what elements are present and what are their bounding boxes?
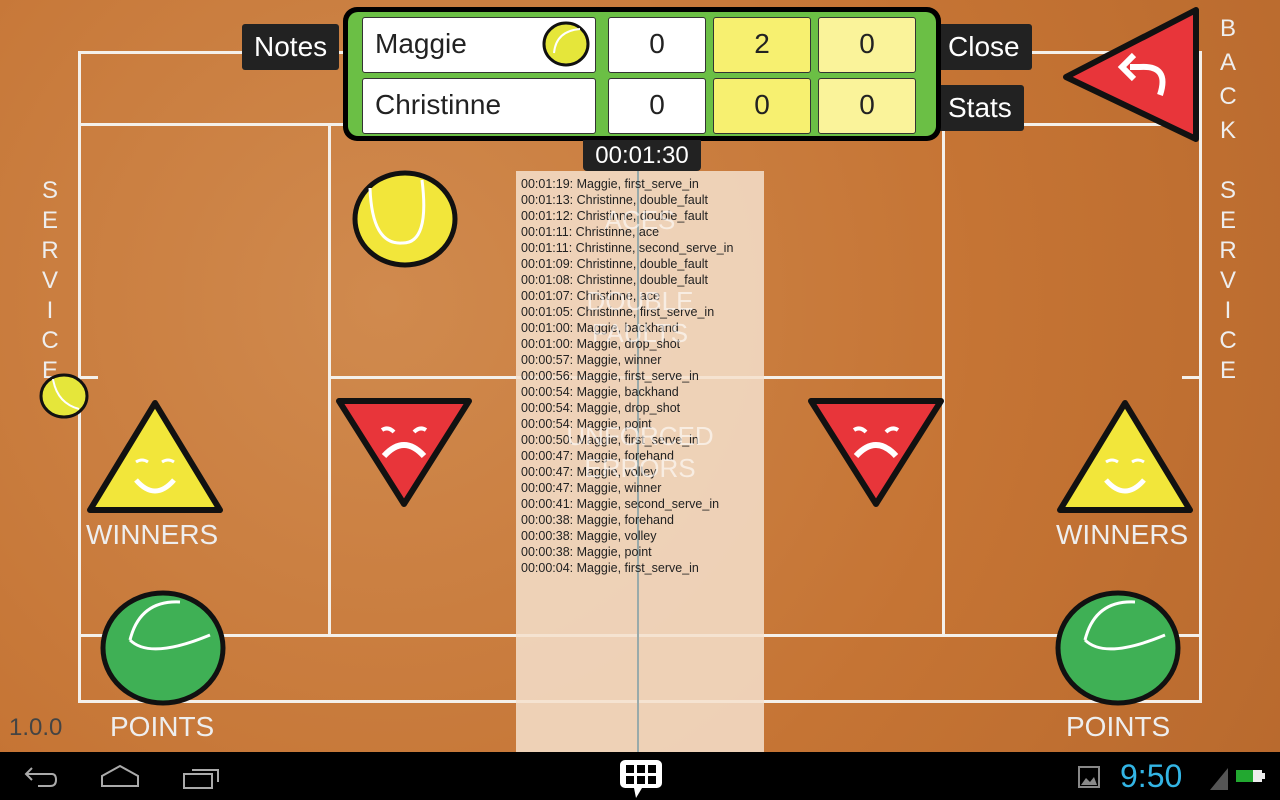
back-nav-icon[interactable] — [22, 766, 58, 788]
home-nav-icon[interactable] — [100, 764, 140, 788]
log-entry: 00:00:38: Maggie, forehand — [521, 513, 674, 527]
serving-ball-icon — [542, 21, 590, 67]
p2-points: 0 — [818, 78, 916, 134]
service-label-right: SERVICE — [1218, 176, 1238, 386]
error-button-right[interactable] — [806, 396, 946, 510]
point-button-right[interactable] — [1055, 590, 1181, 706]
point-button-left[interactable] — [100, 590, 226, 706]
ace-ball-button[interactable] — [352, 170, 458, 268]
log-entry: 00:00:54: Maggie, drop_shot — [521, 401, 681, 415]
log-entry: 00:01:00: Maggie, drop_shot — [521, 337, 681, 351]
p2-games: 0 — [713, 78, 811, 134]
no-signal-icon — [1210, 768, 1228, 790]
points-label-left: POINTS — [110, 711, 215, 742]
vertical-letter: V — [1219, 267, 1236, 294]
log-entry: 00:01:00: Maggie, backhand — [521, 321, 679, 335]
log-entry: 00:00:47: Maggie, forehand — [521, 449, 674, 463]
log-entry: 00:01:09: Christinne, double_fault — [521, 257, 708, 271]
vertical-letter: E — [41, 207, 58, 234]
battery-icon — [1236, 770, 1265, 782]
back-button[interactable] — [1060, 5, 1204, 145]
scoreboard: Maggie Christinne 0 2 0 0 0 0 — [343, 7, 941, 141]
log-entry: 00:00:41: Maggie, second_serve_in — [521, 497, 720, 511]
back-label: BACK — [1218, 12, 1238, 148]
p1-sets: 0 — [608, 17, 706, 73]
serving-ball-icon[interactable] — [39, 373, 89, 419]
vertical-letter: K — [1219, 117, 1236, 144]
vertical-letter: S — [1219, 177, 1236, 204]
p1-games: 2 — [713, 17, 811, 73]
log-entry: 00:00:54: Maggie, backhand — [521, 385, 679, 399]
points-label-right: POINTS — [1066, 711, 1171, 742]
vertical-letter: V — [41, 267, 58, 294]
log-entry: 00:01:19: Maggie, first_serve_in — [521, 177, 699, 191]
log-entry: 00:00:04: Maggie, first_serve_in — [521, 561, 699, 575]
match-timer: 00:01:30 — [583, 140, 701, 171]
log-entry: 00:00:38: Maggie, volley — [521, 529, 657, 543]
vertical-letter: R — [41, 237, 59, 264]
log-entry: 00:00:54: Maggie, point — [521, 417, 652, 431]
winner-button-left[interactable] — [84, 398, 226, 516]
notes-button[interactable]: Notes — [242, 24, 340, 70]
log-entry: 00:01:11: Christinne, second_serve_in — [521, 241, 734, 255]
p2-sets: 0 — [608, 78, 706, 134]
app-menu-icon[interactable] — [618, 758, 664, 798]
log-entry: 00:01:11: Christinne, ace — [521, 225, 660, 239]
log-entry: 00:00:47: Maggie, volley — [521, 465, 657, 479]
error-button-left[interactable] — [334, 396, 474, 510]
log-entry: 00:01:07: Christinne, ace — [521, 289, 660, 303]
recent-apps-icon[interactable] — [182, 764, 222, 790]
log-entry: 00:01:05: Christinne, first_serve_in — [521, 305, 715, 319]
version-label: 1.0.0 — [9, 714, 63, 741]
vertical-letter: A — [1219, 49, 1236, 76]
vertical-letter: S — [41, 177, 58, 204]
log-entry: 00:00:50: Maggie, first_serve_in — [521, 433, 699, 447]
vertical-letter: R — [1219, 237, 1237, 264]
vertical-letter: C — [41, 327, 59, 354]
vertical-letter: C — [1219, 83, 1237, 110]
p1-points: 0 — [818, 17, 916, 73]
stats-button[interactable]: Stats — [936, 85, 1024, 131]
winners-label-right: WINNERS — [1056, 519, 1189, 550]
log-entry: 00:00:47: Maggie, winner — [521, 481, 662, 495]
vertical-letter: E — [1219, 207, 1236, 234]
log-entry: 00:01:13: Christinne, double_fault — [521, 193, 708, 207]
winners-label-left: WINNERS — [86, 519, 219, 550]
clock: 9:50 — [1120, 758, 1183, 794]
system-navigation-bar: 9:50 — [0, 752, 1280, 800]
event-log[interactable]: 00:01:19: Maggie, first_serve_in 00:01:13… — [516, 171, 764, 752]
vertical-letter: I — [1224, 297, 1232, 324]
vertical-letter: I — [46, 297, 54, 324]
player-name-1[interactable]: Maggie — [362, 17, 596, 73]
vertical-letter: B — [1219, 15, 1236, 42]
vertical-letter: E — [1219, 357, 1236, 384]
log-entry: 00:00:38: Maggie, point — [521, 545, 652, 559]
winner-button-right[interactable] — [1054, 398, 1196, 516]
log-entry: 00:01:08: Christinne, double_fault — [521, 273, 708, 287]
close-button[interactable]: Close — [936, 24, 1032, 70]
gallery-notification-icon[interactable] — [1078, 766, 1100, 788]
service-label-left: SERVICE — [40, 176, 60, 386]
log-entry: 00:01:12: Christinne, double_fault — [521, 209, 708, 223]
log-entry: 00:00:57: Maggie, winner — [521, 353, 662, 367]
log-entry: 00:00:56: Maggie, first_serve_in — [521, 369, 699, 383]
vertical-letter: C — [1219, 327, 1237, 354]
player-name-2[interactable]: Christinne — [362, 78, 596, 134]
